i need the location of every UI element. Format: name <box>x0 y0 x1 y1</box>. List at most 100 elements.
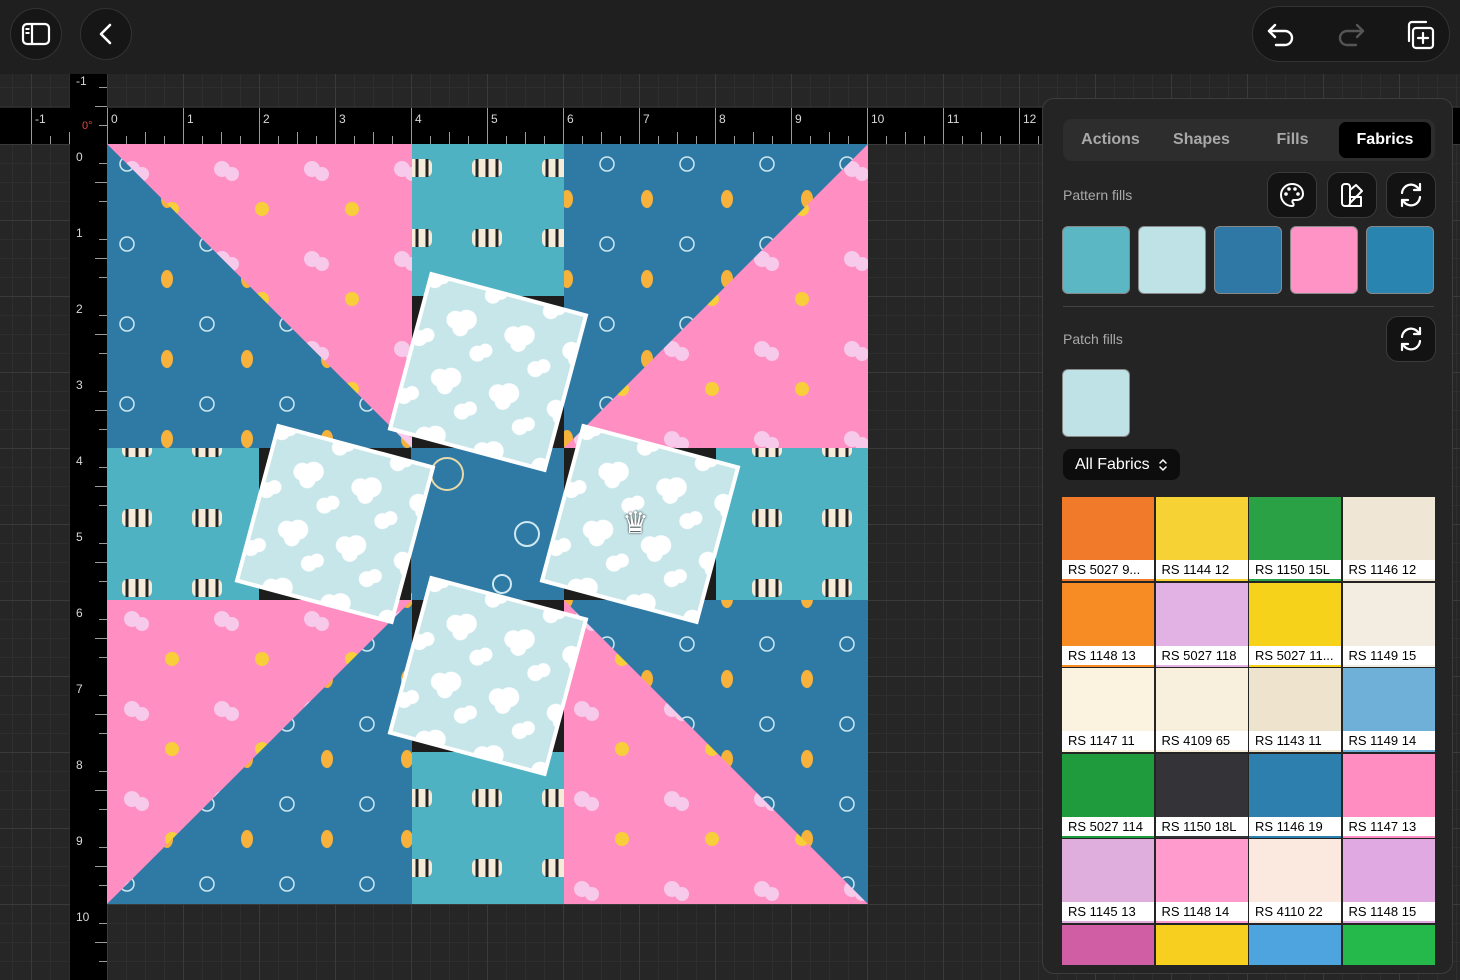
ruler-tick <box>677 132 678 144</box>
pattern-swatch[interactable] <box>1062 226 1130 294</box>
ruler-x-label: 5 <box>491 112 498 126</box>
fabric-swatch[interactable]: RS 1146 12 <box>1342 497 1435 581</box>
ruler-tick <box>221 132 222 144</box>
fabric-swatch[interactable]: RS 1147 11 <box>1062 668 1154 752</box>
pattern-swatch[interactable] <box>1214 226 1282 294</box>
ruler-tick <box>544 136 545 144</box>
quilt-block[interactable] <box>107 144 868 904</box>
ruler-tick <box>99 277 107 278</box>
ruler-tick <box>99 809 107 810</box>
ruler-tick <box>99 657 107 658</box>
fabric-filter-dropdown[interactable]: All Fabrics <box>1063 449 1180 480</box>
fabric-label: RS 1143 11 <box>1249 731 1341 750</box>
ruler-y-label: 10 <box>76 910 90 924</box>
ruler-tick <box>886 136 887 144</box>
fabric-swatch[interactable]: RS 1150 18L <box>1155 753 1248 838</box>
fabric-swatch[interactable]: RS 1143 11 <box>1249 668 1341 752</box>
fabric-swatch[interactable]: RS 1144 12 <box>1155 497 1248 581</box>
ruler-x-label: 2 <box>263 112 270 126</box>
ruler-x-label: 3 <box>339 112 346 126</box>
undo-button[interactable] <box>1257 11 1305 59</box>
ruler-tick <box>99 847 107 848</box>
ruler-tick <box>99 581 107 582</box>
fabric-label: RS 1144 12 <box>1155 560 1248 579</box>
back-button[interactable] <box>80 8 132 60</box>
ruler-tick <box>99 771 107 772</box>
fabric-swatch[interactable]: RS 5027 9... <box>1062 497 1154 581</box>
tab-actions[interactable]: Actions <box>1066 122 1155 158</box>
fabric-swatch[interactable]: RS 5027 114 <box>1062 753 1154 838</box>
fabric-swatch[interactable]: RS 5027 118 <box>1155 582 1248 667</box>
ruler-x-label: 10 <box>871 112 885 126</box>
fabric-swatch[interactable]: RS 1149 14 <box>1342 668 1435 752</box>
fabric-swatch[interactable] <box>1342 924 1435 965</box>
ruler-tick <box>107 108 108 144</box>
fabric-swatch[interactable]: RS 5027 11... <box>1249 582 1341 667</box>
ruler-tick <box>316 136 317 144</box>
ruler-tick <box>563 108 564 144</box>
fabric-label: RS 5027 118 <box>1155 645 1248 665</box>
fabric-swatch[interactable]: RS 1149 15 <box>1342 582 1435 667</box>
refresh-icon <box>1400 326 1422 352</box>
fabric-label: RS 5027 9... <box>1062 560 1154 579</box>
redo-button[interactable] <box>1327 11 1375 59</box>
ruler-tick <box>696 136 697 144</box>
ruler-tick <box>95 334 107 335</box>
fabric-label: RS 1146 19 <box>1249 816 1341 836</box>
ruler-tick <box>373 132 374 144</box>
pattern-swatch[interactable] <box>1290 226 1358 294</box>
fabric-swatch[interactable] <box>1155 924 1248 965</box>
fabric-swatch[interactable]: RS 1147 13 <box>1342 753 1435 838</box>
pattern-swatch[interactable] <box>1138 226 1206 294</box>
ruler-tick <box>506 136 507 144</box>
patch-swatch[interactable] <box>1062 369 1130 437</box>
ruler-tick <box>95 638 107 639</box>
fabric-swatch[interactable]: RS 1148 13 <box>1062 582 1154 667</box>
fabric-label: RS 1150 18L <box>1155 816 1248 836</box>
ruler-tick <box>468 136 469 144</box>
ruler-x-label: 1 <box>187 112 194 126</box>
fabric-swatch[interactable]: RS 1148 14 <box>1155 839 1248 923</box>
pattern-swatch[interactable] <box>1366 226 1434 294</box>
ruler-tick <box>791 108 792 144</box>
fabric-swatch[interactable]: RS 4110 22 <box>1249 839 1341 923</box>
fabric-label: RS 1148 13 <box>1062 645 1154 665</box>
ruler-x-label: 7 <box>643 112 650 126</box>
pattern-fills-label: Pattern fills <box>1063 187 1133 203</box>
ruler-tick <box>99 353 107 354</box>
sidebar-toggle-button[interactable] <box>10 8 62 60</box>
tab-shapes[interactable]: Shapes <box>1157 122 1246 158</box>
ruler-tick <box>164 136 165 144</box>
fabric-swatch[interactable]: RS 1146 19 <box>1249 753 1341 838</box>
ruler-x-label: 12 <box>1023 112 1037 126</box>
palette-icon <box>1280 182 1305 208</box>
fabric-swatch[interactable] <box>1249 924 1341 965</box>
ruler-tick <box>639 108 640 144</box>
ruler-tick <box>905 132 906 144</box>
fabric-label: RS 5027 114 <box>1062 816 1154 836</box>
ruler-tick <box>95 790 107 791</box>
ruler-tick <box>487 108 488 144</box>
fabric-label: RS 1148 14 <box>1155 902 1248 921</box>
shuffle-pattern-button[interactable] <box>1386 172 1436 218</box>
ruler-tick <box>658 136 659 144</box>
duplicate-button[interactable] <box>1396 11 1444 59</box>
fabric-swatch[interactable]: RS 1148 15 <box>1342 839 1435 923</box>
fabric-swatch[interactable]: RS 1150 15L <box>1249 497 1341 581</box>
tab-fills[interactable]: Fills <box>1248 122 1337 158</box>
tab-fabrics[interactable]: Fabrics <box>1339 122 1431 158</box>
ruler-tick <box>95 562 107 563</box>
ruler-tick <box>582 136 583 144</box>
palette-button[interactable] <box>1267 172 1317 218</box>
crown-icon[interactable]: ♛ <box>622 506 649 542</box>
fabric-swatch[interactable] <box>1062 924 1154 965</box>
shuffle-patch-button[interactable] <box>1386 316 1436 362</box>
ruler-tick <box>715 108 716 144</box>
fabric-swatch[interactable]: RS 4109 65 <box>1155 668 1248 752</box>
ruler-tick <box>601 132 602 144</box>
color-swatches-button[interactable] <box>1327 172 1377 218</box>
fabric-label: RS 4109 65 <box>1155 731 1248 750</box>
fabric-swatch[interactable]: RS 1145 13 <box>1062 839 1154 923</box>
ruler-tick <box>99 961 107 962</box>
ruler-tick <box>867 108 868 144</box>
